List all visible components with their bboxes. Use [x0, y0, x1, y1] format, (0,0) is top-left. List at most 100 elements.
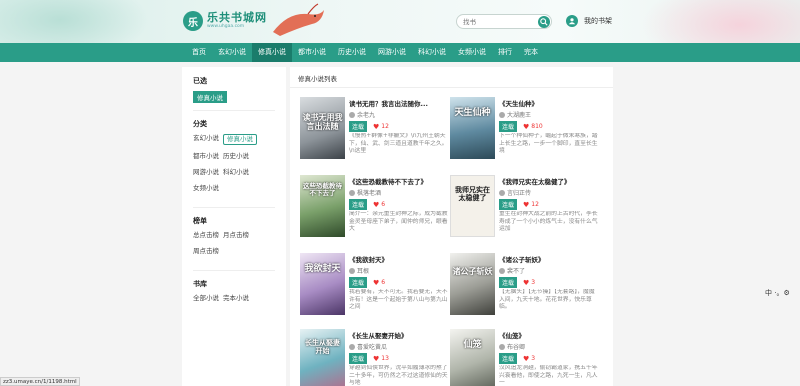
nav-wangyou[interactable]: 网游小说: [372, 43, 412, 62]
book-title[interactable]: 《仙笼》: [499, 330, 599, 340]
header-decoration-blossom: [640, 0, 800, 43]
book-desc: 我若要有，天不可无。我若要无，天不许有！这是一个起始于第八山与第九山之间: [349, 289, 448, 310]
selected-tag[interactable]: 修真小说: [193, 91, 227, 103]
rank-month-click[interactable]: 月点击榜: [223, 231, 249, 240]
bookshelf-icon: [566, 15, 578, 27]
book-item[interactable]: 长生从娶妻开始 《长生从娶妻开始》 喜爱吃黄瓜 连载 ♥ 13 穿越到仙侠世界，沈平…: [300, 329, 450, 386]
nav-dushi[interactable]: 都市小说: [292, 43, 332, 62]
book-author[interactable]: 余老九: [357, 110, 375, 119]
search-icon: [540, 18, 548, 26]
book-author[interactable]: 枫落老酒: [357, 188, 381, 197]
like-count: 3: [531, 279, 536, 286]
cover-title: 这些恐截教待不下去了: [303, 182, 342, 198]
category-xuanhuan[interactable]: 玄幻小说: [193, 134, 219, 145]
book-item[interactable]: 天生仙种 《天生仙种》 大湖鹿王 连载 ♥ 810 下一个种仙种子，崛起于微末寒族，…: [450, 97, 600, 163]
book-title[interactable]: 《这些恐截教待不下去了》: [349, 176, 449, 186]
site-logo[interactable]: 乐 乐共书城网 www.uhgaa.com: [183, 11, 267, 31]
koi-fish-icon: [273, 3, 324, 36]
header-decoration: [0, 0, 150, 43]
status-badge: 连载: [499, 353, 518, 364]
heart-icon: ♥: [523, 354, 530, 363]
book-cover[interactable]: 天生仙种: [450, 97, 495, 159]
library-finished[interactable]: 完本小说: [223, 294, 249, 303]
book-cover[interactable]: 我师兄实在太稳健了: [450, 175, 495, 237]
status-badge: 连载: [349, 277, 368, 288]
book-list-panel: 修真小说列表 读书无用我言出法随 读书无用？我言出法随你... 余老九 连载 ♥ 1…: [290, 67, 613, 386]
logo-url: www.uhgaa.com: [207, 24, 245, 30]
book-item[interactable]: 读书无用我言出法随 读书无用？我言出法随你... 余老九 连载 ♥ 12 《慢热+群…: [300, 97, 450, 163]
nav-kehuan[interactable]: 科幻小说: [412, 43, 452, 62]
rank-total-click[interactable]: 总点击榜: [193, 231, 219, 240]
site-header: 乐 乐共书城网 www.uhgaa.com 我的书架: [0, 0, 800, 43]
status-badge: 连载: [499, 277, 518, 288]
book-author[interactable]: 耳根: [357, 266, 369, 275]
selected-title: 已选: [193, 77, 207, 85]
book-cover[interactable]: 仙笼: [450, 329, 495, 386]
author-icon: [349, 111, 355, 118]
author-icon: [499, 343, 505, 350]
book-item[interactable]: 这些恐截教待不下去了 《这些恐截教待不下去了》 枫落老酒 连载 ♥ 6 简介一：余元…: [300, 175, 450, 241]
heart-icon: ♥: [373, 200, 380, 209]
status-badge: 连载: [349, 121, 368, 132]
book-item[interactable]: 我欲封天 《我欲封天》 耳根 连载 ♥ 6 我若要有，天不可无。我若要无，天不许有！…: [300, 253, 450, 319]
book-author[interactable]: 大湖鹿王: [507, 110, 531, 119]
book-author[interactable]: 布谷卿: [507, 342, 525, 351]
status-badge: 连载: [349, 353, 368, 364]
book-desc: 《慢热+群像+非癫文》\n九州王朝天下，仙、武、剑三道且道教千年之久。\n这里: [349, 133, 448, 154]
book-title[interactable]: 《长生从娶妻开始》: [349, 330, 449, 340]
book-item[interactable]: 仙笼 《仙笼》 布谷卿 连载 ♥ 3 汉风追龙洞越，偷窃霸道家，携五千年兴衰看他，即…: [450, 329, 600, 386]
book-title[interactable]: 《我欲封天》: [349, 254, 449, 264]
nav-xuanhuan[interactable]: 玄幻小说: [212, 43, 252, 62]
book-author[interactable]: 言归正传: [507, 188, 531, 197]
divider: [290, 87, 613, 88]
book-author[interactable]: 裴不了: [507, 266, 525, 275]
search-input[interactable]: [463, 17, 537, 26]
search-button[interactable]: [538, 16, 550, 28]
author-icon: [349, 267, 355, 274]
nav-home[interactable]: 首页: [186, 43, 212, 62]
like-count: 6: [381, 201, 386, 208]
book-cover[interactable]: 诸公子斩妖: [450, 253, 495, 315]
book-item[interactable]: 诸公子斩妖 《诸公子斩妖》 裴不了 连载 ♥ 3 【无脑头】【无节操】【无套路】，魔…: [450, 253, 600, 319]
book-desc: 简介一：余元重生封神之际，成为截教金灵圣母座下弟子，闻仲的师兄，眼看大: [349, 211, 448, 232]
like-count: 13: [381, 355, 389, 362]
rank-title: 榜单: [193, 217, 207, 225]
nav-rank[interactable]: 排行: [492, 43, 518, 62]
nav-lishi[interactable]: 历史小说: [332, 43, 372, 62]
category-xiuzhen[interactable]: 修真小说: [223, 134, 257, 145]
category-title: 分类: [193, 120, 207, 128]
book-author[interactable]: 喜爱吃黄瓜: [357, 342, 387, 351]
book-cover[interactable]: 读书无用我言出法随: [300, 97, 345, 159]
cover-title: 诸公子斩妖: [452, 266, 493, 276]
library-title: 书库: [193, 280, 207, 288]
category-wangyou[interactable]: 网游小说: [193, 168, 219, 177]
divider: [193, 270, 275, 271]
category-dushi[interactable]: 都市小说: [193, 152, 219, 161]
book-cover[interactable]: 这些恐截教待不下去了: [300, 175, 345, 237]
category-kehuan[interactable]: 科幻小说: [223, 168, 249, 177]
nav-xiuzhen[interactable]: 修真小说: [252, 43, 292, 62]
book-title[interactable]: 《诸公子斩妖》: [499, 254, 599, 264]
book-title[interactable]: 《我师兄实在太稳健了》: [499, 176, 599, 186]
category-nvpin[interactable]: 女频小说: [193, 184, 219, 193]
author-icon: [349, 189, 355, 196]
input-method-toolbar[interactable]: 中 ·。⚙: [765, 288, 790, 298]
nav-finished[interactable]: 完本: [518, 43, 544, 62]
rank-week-click[interactable]: 周点击榜: [193, 247, 219, 256]
cover-title: 我师兄实在太稳健了: [455, 185, 490, 202]
book-cover[interactable]: 我欲封天: [300, 253, 345, 315]
nav-nvpin[interactable]: 女频小说: [452, 43, 492, 62]
search-box: [456, 14, 552, 29]
book-title[interactable]: 读书无用？我言出法随你...: [349, 98, 449, 108]
library-all[interactable]: 全部小说: [193, 294, 219, 303]
book-item[interactable]: 我师兄实在太稳健了 《我师兄实在太稳健了》 言归正传 连载 ♥ 12 重生在封神大战…: [450, 175, 600, 241]
divider: [193, 207, 275, 208]
bookshelf-link[interactable]: 我的书架: [566, 15, 612, 27]
book-title[interactable]: 《天生仙种》: [499, 98, 599, 108]
cover-title: 我欲封天: [304, 264, 341, 274]
book-desc: 【无脑头】【无节操】【无套路】，魔魔入间，九天十地。花花世界，快乐尊临。: [499, 289, 595, 310]
book-cover[interactable]: 长生从娶妻开始: [300, 329, 345, 386]
heart-icon: ♥: [373, 278, 380, 287]
category-lishi[interactable]: 历史小说: [223, 152, 249, 161]
heart-icon: ♥: [373, 354, 380, 363]
